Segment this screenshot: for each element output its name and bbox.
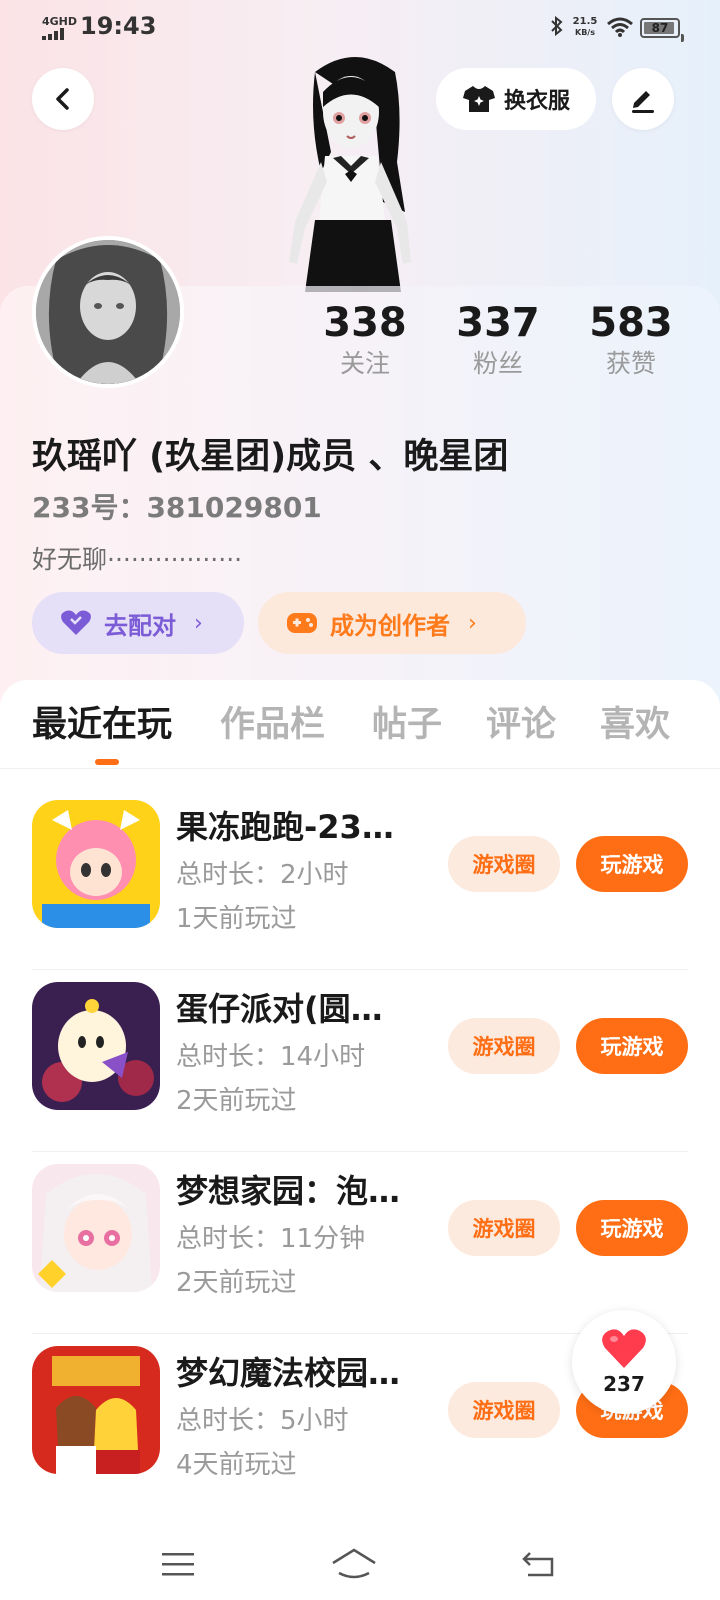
game-circle-button[interactable]: 游戏圈	[448, 1200, 560, 1256]
tab-comments[interactable]: 评论	[486, 696, 556, 747]
game-name: 梦想家园：泡…	[176, 1172, 401, 1210]
game-circle-button[interactable]: 游戏圈	[448, 1382, 560, 1438]
last-played: 2天前玩过	[176, 1268, 297, 1298]
game-icon	[32, 982, 160, 1110]
list-item[interactable]: 蛋仔派对(圆… 总时长：14小时 2天前玩过 游戏圈 玩游戏	[0, 970, 720, 1152]
list-item[interactable]: 梦想家园：泡… 总时长：11分钟 2天前玩过 游戏圈 玩游戏	[0, 1152, 720, 1334]
play-duration: 总时长：5小时	[176, 1406, 349, 1436]
play-game-button[interactable]: 玩游戏	[576, 836, 688, 892]
stat-likes[interactable]: 583 获赞	[576, 300, 686, 382]
game-circle-button[interactable]: 游戏圈	[448, 1018, 560, 1074]
gamepad-icon	[286, 610, 318, 636]
likes-label: 获赞	[605, 349, 656, 378]
home-icon	[332, 1548, 376, 1579]
home-nav-button[interactable]	[324, 1542, 384, 1586]
last-played: 2天前玩过	[176, 1086, 297, 1116]
tabs-divider	[0, 768, 720, 769]
status-bar: 4GHD 19:43 21.5 KB/s 87	[0, 10, 720, 50]
signal-icon	[42, 28, 72, 40]
stat-following[interactable]: 338 关注	[310, 300, 420, 382]
following-count: 338	[323, 300, 407, 346]
avatar-image	[36, 240, 180, 384]
game-name: 果冻跑跑-23…	[176, 808, 394, 846]
back-arrow-icon	[522, 1552, 554, 1577]
avatar[interactable]	[32, 236, 184, 388]
active-tab-indicator	[95, 759, 119, 765]
bluetooth-icon	[550, 15, 564, 41]
edit-profile-button[interactable]	[612, 68, 674, 130]
chevron-right-icon: ›	[194, 610, 203, 636]
battery-icon: 87	[640, 18, 680, 38]
profile-tabs: 最近在玩 作品栏 帖子 评论 喜欢	[0, 696, 720, 756]
stat-followers[interactable]: 337 粉丝	[443, 300, 553, 382]
following-label: 关注	[339, 349, 390, 378]
tab-works[interactable]: 作品栏	[220, 696, 325, 747]
avatar-figure[interactable]	[275, 52, 435, 292]
game-icon	[32, 1164, 160, 1292]
game-name: 梦幻魔法校园…	[176, 1354, 401, 1392]
system-navigation-bar	[0, 1530, 720, 1600]
pencil-icon	[632, 91, 654, 113]
game-name: 蛋仔派对(圆…	[176, 990, 383, 1028]
change-outfit-button[interactable]: 换衣服	[436, 68, 596, 130]
like-floating-button[interactable]: 237	[572, 1310, 676, 1414]
wifi-icon	[606, 16, 634, 42]
menu-nav-button[interactable]	[148, 1542, 208, 1586]
user-id: 233号：381029801	[32, 491, 322, 524]
tab-recently-played[interactable]: 最近在玩	[32, 696, 172, 747]
battery-tip	[681, 34, 684, 42]
network-speed: 21.5 KB/s	[572, 16, 598, 37]
change-outfit-label: 换衣服	[503, 89, 570, 114]
play-duration: 总时长：11分钟	[176, 1224, 366, 1254]
play-duration: 总时长：14小时	[176, 1042, 366, 1072]
menu-icon	[162, 1553, 194, 1576]
game-icon	[32, 1346, 160, 1474]
list-item[interactable]: 果冻跑跑-23… 总时长：2小时 1天前玩过 游戏圈 玩游戏	[0, 788, 720, 970]
followers-label: 粉丝	[472, 349, 523, 378]
last-played: 1天前玩过	[176, 904, 297, 934]
tab-posts[interactable]: 帖子	[372, 696, 442, 747]
chevron-left-icon	[56, 88, 69, 110]
back-nav-button[interactable]	[508, 1542, 568, 1586]
match-label: 去配对	[104, 611, 176, 640]
heart-icon	[602, 1329, 646, 1368]
play-game-button[interactable]: 玩游戏	[576, 1018, 688, 1074]
become-creator-button[interactable]: 成为创作者 ›	[258, 592, 526, 654]
bio: 好无聊·················	[32, 545, 243, 574]
last-played: 4天前玩过	[176, 1450, 297, 1480]
tab-likes[interactable]: 喜欢	[600, 696, 670, 747]
game-circle-button[interactable]: 游戏圈	[448, 836, 560, 892]
match-button[interactable]: 去配对 ›	[32, 592, 244, 654]
back-button[interactable]	[32, 68, 94, 130]
play-duration: 总时长：2小时	[176, 860, 349, 890]
play-game-button[interactable]: 玩游戏	[576, 1200, 688, 1256]
likes-count: 583	[589, 300, 673, 346]
clock: 19:43	[80, 12, 157, 40]
game-icon	[32, 800, 160, 928]
become-creator-label: 成为创作者	[330, 611, 450, 640]
nickname: 玖瑶吖 (玖星团)成员 、晚星团	[32, 437, 509, 477]
network-type: 4GHD	[42, 15, 78, 28]
like-count: 237	[603, 1372, 645, 1396]
followers-count: 337	[456, 300, 540, 346]
heart-icon	[60, 610, 92, 636]
chevron-right-icon: ›	[468, 610, 477, 636]
tshirt-icon	[462, 86, 495, 112]
